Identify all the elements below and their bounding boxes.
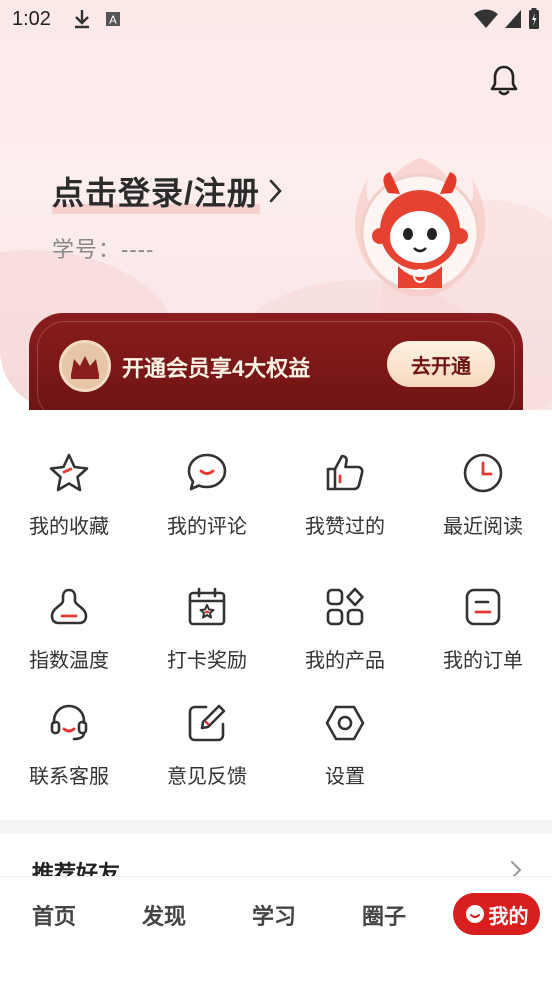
comment-icon [187, 453, 227, 491]
menu-label: 意见反馈 [167, 766, 247, 788]
bottom-tab-bar: 首页 发现 学习 圈子 我的 [0, 876, 552, 983]
bell-shape-icon [50, 588, 88, 625]
apps-grid-icon [326, 587, 364, 626]
settings-icon [325, 705, 365, 741]
menu-label: 我的评论 [167, 516, 247, 538]
menu-label: 最近阅读 [443, 516, 523, 538]
chevron-right-icon [269, 179, 282, 203]
login-register-link[interactable]: 点击登录/注册 [52, 168, 284, 214]
status-time: 1:02 [12, 7, 51, 30]
tab-home[interactable]: 首页 [32, 899, 76, 931]
menu-label: 指数温度 [29, 650, 109, 672]
calendar-star-icon [188, 587, 226, 626]
menu-label: 我的收藏 [29, 516, 109, 538]
recommend-friends-row[interactable]: 推荐好友 [0, 834, 552, 876]
tab-mine[interactable]: 我的 [453, 893, 540, 935]
svg-text:A: A [109, 14, 117, 27]
clock-icon [463, 453, 503, 493]
vip-promo-text: 开通会员享4大权益 [122, 356, 311, 381]
menu-item-comments[interactable]: 我的评论 [138, 452, 276, 539]
chevron-right-icon [511, 861, 522, 876]
vip-membership-card[interactable]: 开通会员享4大权益 去开通 [29, 313, 523, 410]
status-bar: 1:02 A [0, 0, 552, 38]
order-icon [465, 588, 501, 626]
menu-item-index-temperature[interactable]: 指数温度 [0, 586, 138, 673]
menu-item-settings[interactable]: 设置 [276, 702, 414, 789]
menu-label: 我赞过的 [305, 516, 385, 538]
edit-icon [188, 704, 226, 742]
vip-open-button[interactable]: 去开通 [387, 341, 495, 387]
headset-icon [50, 704, 88, 741]
login-label: 点击登录/注册 [52, 168, 260, 214]
menu-item-recent-reading[interactable]: 最近阅读 [414, 452, 552, 539]
battery-icon [529, 8, 539, 29]
menu-item-favorites[interactable]: 我的收藏 [0, 452, 138, 539]
signal-icon [505, 10, 521, 28]
menu-item-liked[interactable]: 我赞过的 [276, 452, 414, 539]
vip-crown-icon [59, 340, 111, 392]
smile-face-icon [465, 905, 484, 923]
wifi-icon [474, 9, 498, 28]
tab-discover[interactable]: 发现 [142, 899, 186, 931]
thumbs-up-icon [326, 454, 364, 491]
menu-label: 设置 [325, 766, 365, 788]
menu-item-checkin-rewards[interactable]: 打卡奖励 [138, 586, 276, 673]
menu-item-my-orders[interactable]: 我的订单 [414, 586, 552, 673]
menu-label: 打卡奖励 [167, 650, 247, 672]
student-id: 学号：---- [52, 237, 155, 262]
menu-label: 我的订单 [443, 650, 523, 672]
keyboard-a-icon: A [105, 12, 120, 27]
menu-item-customer-service[interactable]: 联系客服 [0, 702, 138, 789]
menu-item-my-products[interactable]: 我的产品 [276, 586, 414, 673]
menu-label: 联系客服 [29, 766, 109, 788]
notification-bell-icon[interactable] [487, 64, 521, 98]
menu-item-feedback[interactable]: 意见反馈 [138, 702, 276, 789]
tab-circle[interactable]: 圈子 [362, 899, 406, 931]
star-icon [49, 453, 89, 492]
tab-study[interactable]: 学习 [252, 899, 296, 931]
section-divider [0, 820, 552, 834]
avatar[interactable] [348, 138, 492, 298]
download-icon [74, 10, 89, 29]
recommend-friends-title: 推荐好友 [32, 861, 121, 876]
menu-label: 我的产品 [305, 650, 385, 672]
tab-mine-label: 我的 [488, 905, 529, 928]
